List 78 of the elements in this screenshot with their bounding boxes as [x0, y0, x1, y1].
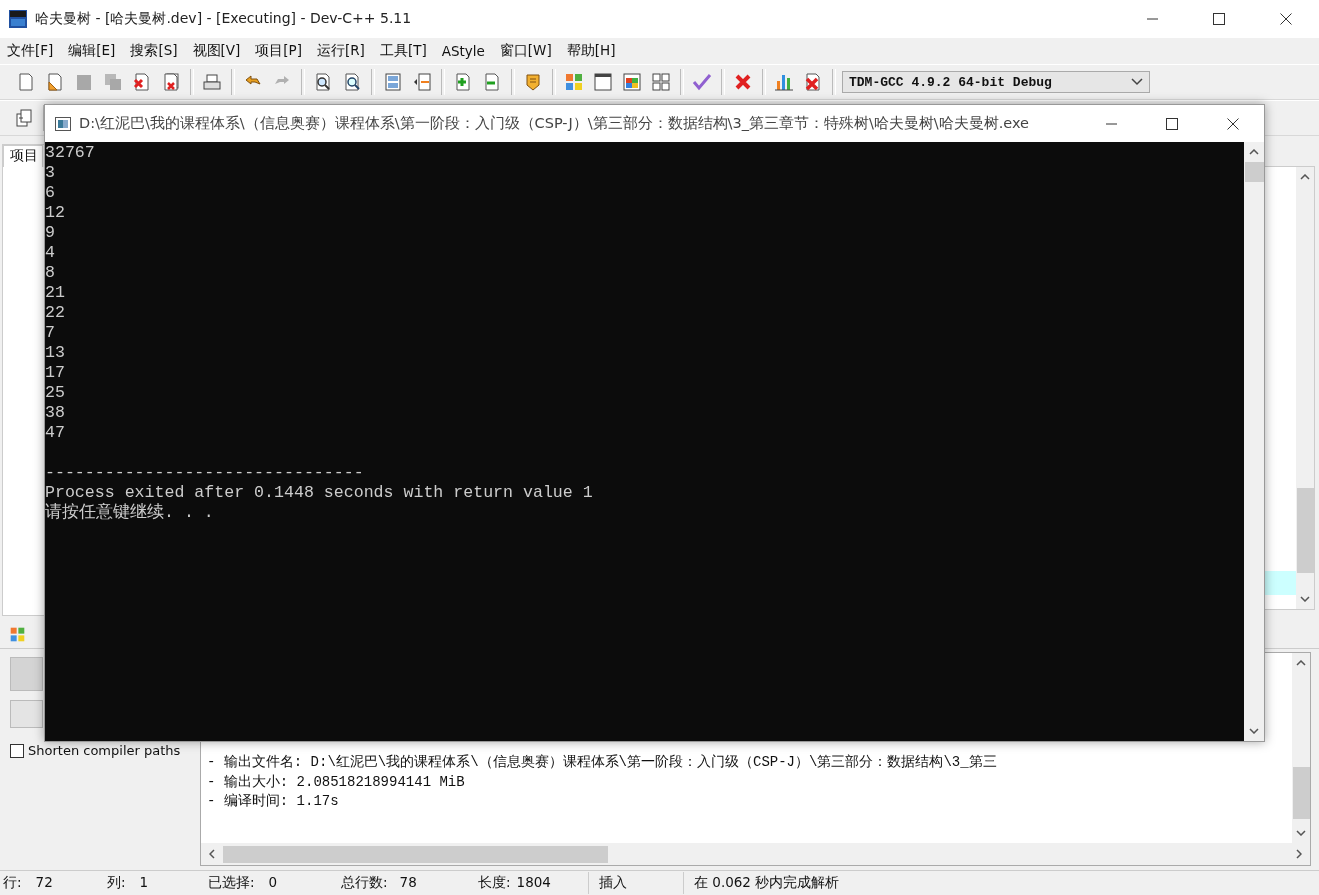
console-line: 25: [45, 383, 65, 403]
maximize-icon[interactable]: [1166, 117, 1178, 130]
console-line: 4: [45, 243, 55, 263]
console-line: 7: [45, 323, 55, 343]
scrollbar-thumb[interactable]: [1296, 488, 1314, 573]
scrollbar-thumb[interactable]: [223, 845, 608, 863]
menu-item[interactable]: 工具[T]: [374, 39, 432, 63]
checkbox[interactable]: [10, 743, 24, 758]
console-line: 13: [45, 343, 65, 363]
scroll-up-icon[interactable]: [1300, 172, 1310, 182]
caret-icon[interactable]: [1131, 78, 1143, 86]
status-value: 1804: [516, 874, 551, 892]
scroll-up-icon[interactable]: [1296, 658, 1306, 668]
grid-icon[interactable]: [649, 70, 673, 94]
console-icon: [55, 116, 71, 131]
menu-item[interactable]: 窗口[W]: [494, 39, 557, 63]
minimize-icon[interactable]: [1106, 122, 1117, 125]
project-tab[interactable]: 项目: [3, 145, 43, 167]
console-line: 38: [45, 403, 65, 423]
console-line: Process exited after 0.1448 seconds with return value 1: [45, 483, 593, 503]
console-line: 21: [45, 283, 65, 303]
menu-item[interactable]: 帮助[H]: [561, 39, 621, 63]
close-icon[interactable]: [1227, 117, 1239, 130]
status-label: 总行数:: [341, 874, 388, 892]
scrollbar[interactable]: [201, 843, 1310, 865]
status-value: 72: [35, 874, 53, 892]
status-value: 78: [399, 874, 417, 892]
scrollbar-thumb[interactable]: [1244, 162, 1264, 182]
log-line: - 输出文件名: D:\红泥巴\我的课程体系\（信息奥赛）课程体系\第一阶段：入门级（CSP-J）\第三部分：数据结构\3_第三: [207, 753, 997, 772]
compiler-dropdown[interactable]: TDM-GCC 4.9.2 64-bit Debug: [842, 71, 1150, 93]
status-message: 在 0.062 秒内完成解析: [694, 874, 840, 892]
console-line: 3: [45, 163, 55, 183]
console-line: 请按任意键继续. . .: [45, 503, 214, 523]
scrollbar[interactable]: [1244, 142, 1264, 741]
console-line: 12: [45, 203, 65, 223]
close-icon[interactable]: [1280, 13, 1292, 25]
scroll-right-icon[interactable]: [1294, 849, 1304, 859]
status-label: 已选择:: [208, 874, 255, 892]
menu-item[interactable]: AStyle: [436, 40, 490, 62]
log-line: - 编译时间: 1.17s: [207, 792, 339, 811]
console-line: 32767: [45, 143, 95, 163]
status-label: 列:: [107, 874, 126, 892]
checkbox-label: Shorten compiler paths: [28, 743, 181, 758]
scroll-down-icon[interactable]: [1296, 828, 1306, 838]
panel-button[interactable]: [10, 700, 43, 728]
color-window-icon[interactable]: [620, 70, 644, 94]
insert-mode: 插入: [599, 874, 628, 892]
console-line: 8: [45, 263, 55, 283]
status-value: 0: [268, 874, 278, 892]
scroll-left-icon[interactable]: [207, 849, 217, 859]
console-line: 9: [45, 223, 55, 243]
window-icon[interactable]: [591, 70, 615, 94]
menu-item[interactable]: 运行[R]: [311, 39, 370, 63]
menu-item[interactable]: 文件[F]: [2, 39, 59, 63]
status-value: 1: [139, 874, 149, 892]
menu-item[interactable]: 搜索[S]: [125, 39, 183, 63]
scrollbar[interactable]: [1296, 167, 1314, 609]
scrollbar-thumb[interactable]: [1292, 767, 1310, 820]
console-line: 17: [45, 363, 65, 383]
window-title: 哈夫曼树 - [哈夫曼树.dev] - [Executing] - Dev-C++ 5.11: [35, 10, 412, 28]
tiles-icon[interactable]: [9, 626, 26, 643]
console-line: 22: [45, 303, 65, 323]
scroll-up-icon[interactable]: [1249, 147, 1259, 157]
menu-item[interactable]: 项目[P]: [250, 39, 307, 63]
console-line: 47: [45, 423, 65, 443]
console-line: --------------------------------: [45, 463, 364, 483]
status-label: 行:: [3, 874, 22, 892]
app-icon: [9, 10, 27, 28]
scrollbar[interactable]: [1292, 653, 1310, 843]
console-title: D:\红泥巴\我的课程体系\（信息奥赛）课程体系\第一阶段：入门级（CSP-J）\第三部分：数据结构\3_第三章节：特殊树\哈夫曼树\哈夫曼树.exe: [79, 114, 1029, 133]
status-label: 长度:: [478, 874, 511, 892]
menu-item[interactable]: 编辑[E]: [63, 39, 121, 63]
console-line: 6: [45, 183, 55, 203]
menu-item[interactable]: 视图[V]: [187, 39, 246, 63]
scroll-down-icon[interactable]: [1249, 726, 1259, 736]
maximize-icon[interactable]: [1213, 13, 1225, 25]
scroll-down-icon[interactable]: [1300, 594, 1310, 604]
log-line: - 输出大小: 2.08518218994141 MiB: [207, 772, 465, 792]
